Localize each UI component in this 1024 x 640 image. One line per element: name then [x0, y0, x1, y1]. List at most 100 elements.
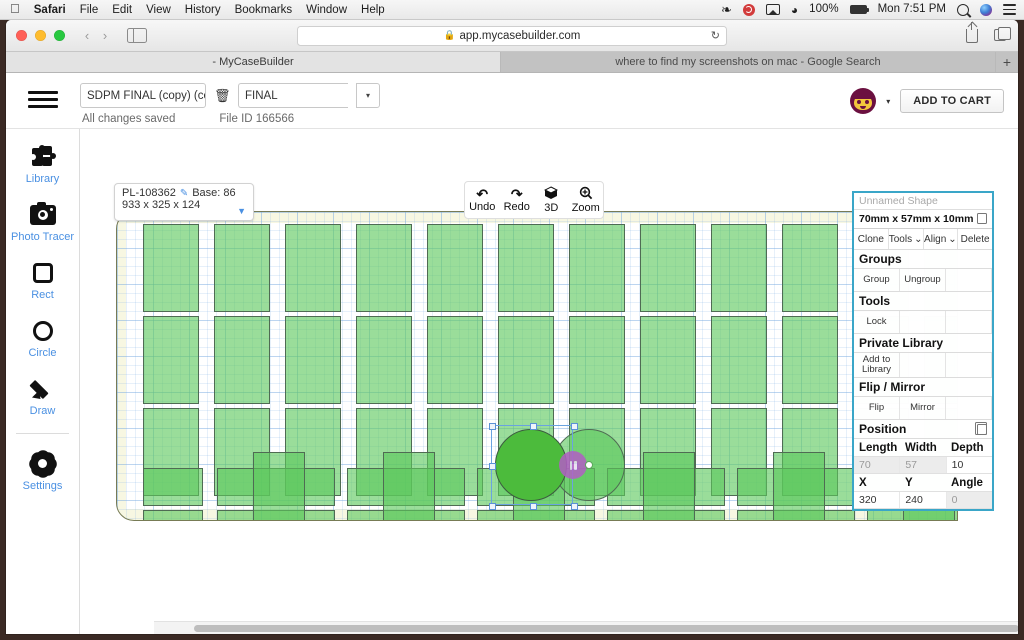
nordvpn-icon[interactable] [742, 3, 755, 16]
library-slot-3 [946, 353, 992, 377]
corner-badge [1010, 626, 1022, 638]
shape-name-placeholder: Unnamed Shape [859, 195, 938, 207]
address-bar[interactable]: 🔒 app.mycasebuilder.com ↻ [297, 25, 727, 46]
mirror-button[interactable]: Mirror [900, 397, 946, 419]
magnifier-plus-icon [579, 186, 593, 201]
tool-sidebar: Library Photo Tracer Rect Circle Draw Se… [6, 129, 80, 634]
sidebar-toggle-icon[interactable] [127, 28, 147, 43]
undo-button[interactable]: ↶ Undo [465, 182, 500, 218]
width-input[interactable]: 57 [900, 457, 947, 473]
selected-shape-group[interactable] [117, 212, 957, 520]
sidebar-item-library[interactable]: Library [6, 143, 79, 185]
scrollbar-thumb[interactable] [194, 625, 1018, 632]
depth-input[interactable]: 10 [946, 457, 992, 473]
wifi-icon[interactable]: ◕ [791, 4, 798, 16]
case-info-card[interactable]: PL-108362 ✎ Base: 86 933 x 325 x 124 ▼ [114, 183, 254, 221]
chevron-down-icon[interactable]: ▾ [356, 83, 380, 108]
flip-button[interactable]: Flip [854, 397, 900, 419]
resize-handle[interactable] [488, 462, 496, 470]
avatar[interactable] [850, 88, 877, 114]
menu-item-bookmarks[interactable]: Bookmarks [235, 4, 293, 16]
back-button[interactable]: ‹ [79, 28, 95, 43]
part-number-label: PL-108362 [122, 187, 176, 199]
airplay-icon[interactable] [765, 4, 780, 15]
account-chevron-down-icon[interactable]: ▾ [886, 97, 890, 106]
x-input[interactable]: 320 [854, 492, 901, 508]
sidebar-divider [16, 433, 69, 434]
minimize-window-button[interactable] [35, 30, 46, 41]
copy-icon[interactable] [977, 213, 987, 224]
battery-icon[interactable] [849, 5, 869, 14]
close-window-button[interactable] [16, 30, 27, 41]
delete-button[interactable]: Delete [958, 229, 992, 249]
rotate-handle-icon[interactable] [559, 451, 587, 479]
chevron-down-icon[interactable]: ▼ [237, 206, 246, 216]
resize-handle[interactable] [570, 502, 578, 510]
angle-input[interactable]: 0 [946, 492, 992, 508]
sidebar-item-photo-tracer[interactable]: Photo Tracer [6, 201, 79, 243]
control-center-icon[interactable] [1003, 4, 1016, 15]
resize-handle[interactable] [488, 422, 496, 430]
length-input[interactable]: 70 [854, 457, 901, 473]
group-button[interactable]: Group [854, 269, 900, 291]
apple-logo-icon[interactable]:  [10, 2, 20, 15]
lock-button[interactable]: Lock [854, 311, 900, 333]
circle-center-point[interactable] [585, 461, 593, 469]
hamburger-menu-icon[interactable] [28, 91, 58, 109]
zoom-button[interactable]: Zoom [569, 182, 604, 218]
y-input[interactable]: 240 [900, 492, 947, 508]
siri-icon[interactable] [980, 3, 992, 16]
three-d-button[interactable]: 3D [534, 182, 569, 218]
sidebar-item-label: Photo Tracer [11, 231, 74, 243]
add-to-cart-button[interactable]: ADD TO CART [900, 89, 1004, 113]
dropbox-icon[interactable]: ❧ [721, 3, 732, 16]
tools-dropdown-button[interactable]: Tools ⌄ [889, 229, 924, 249]
base-label: Base: 86 [192, 187, 236, 199]
clock-label[interactable]: Mon 7:51 PM [878, 3, 946, 16]
menu-item-safari[interactable]: Safari [34, 4, 66, 16]
pencil-edit-icon[interactable]: ✎ [180, 188, 188, 199]
menu-item-view[interactable]: View [146, 4, 171, 16]
cube-icon [544, 186, 559, 201]
duplicate-icon[interactable] [975, 422, 987, 435]
maximize-window-button[interactable] [54, 30, 65, 41]
tab-mycasebuilder[interactable]: - MyCaseBuilder [6, 52, 501, 72]
menu-item-history[interactable]: History [185, 4, 221, 16]
horizontal-scrollbar[interactable] [154, 621, 1018, 634]
ungroup-button[interactable]: Ungroup [900, 269, 946, 291]
resize-handle[interactable] [570, 422, 578, 430]
redo-button[interactable]: ↷ Redo [500, 182, 535, 218]
sidebar-item-settings[interactable]: Settings [6, 450, 79, 492]
share-icon[interactable] [966, 21, 978, 43]
tab-google-search[interactable]: where to find my screenshots on mac - Go… [501, 52, 996, 72]
show-tabs-icon[interactable] [994, 26, 1011, 41]
menu-item-file[interactable]: File [80, 4, 99, 16]
mac-menu-bar:  Safari File Edit View History Bookmark… [0, 0, 1024, 20]
menu-item-edit[interactable]: Edit [112, 4, 132, 16]
sidebar-item-draw[interactable]: Draw [6, 375, 79, 417]
file-name-input[interactable]: SDPM FINAL (copy) (cop [80, 83, 206, 108]
clone-button[interactable]: Clone [854, 229, 889, 249]
add-to-library-button[interactable]: Add to Library [854, 353, 900, 377]
tools-slot-2 [900, 311, 946, 333]
sidebar-item-circle[interactable]: Circle [6, 317, 79, 359]
resize-handle[interactable] [529, 502, 537, 510]
sidebar-item-rect[interactable]: Rect [6, 259, 79, 301]
menu-item-help[interactable]: Help [361, 4, 385, 16]
foam-tray[interactable] [116, 211, 958, 521]
trash-icon[interactable]: 🗑 [214, 88, 231, 104]
folder-select-value[interactable]: FINAL [238, 83, 348, 108]
align-dropdown-button[interactable]: Align ⌄ [924, 229, 959, 249]
reload-icon[interactable]: ↻ [711, 29, 720, 42]
resize-handle[interactable] [488, 502, 496, 510]
shape-properties-panel[interactable]: Unnamed Shape 70mm x 57mm x 10mm Clone T… [852, 191, 994, 511]
rectangle-icon [32, 259, 53, 286]
menu-item-window[interactable]: Window [306, 4, 347, 16]
shape-name-input[interactable]: Unnamed Shape [854, 193, 992, 210]
forward-button[interactable]: › [97, 28, 113, 43]
undo-arrow-icon: ↶ [476, 185, 489, 202]
design-canvas[interactable]: PL-108362 ✎ Base: 86 933 x 325 x 124 ▼ ↶… [80, 129, 1018, 634]
spotlight-search-icon[interactable] [957, 3, 969, 16]
new-tab-button[interactable]: + [996, 52, 1018, 72]
resize-handle[interactable] [529, 422, 537, 430]
